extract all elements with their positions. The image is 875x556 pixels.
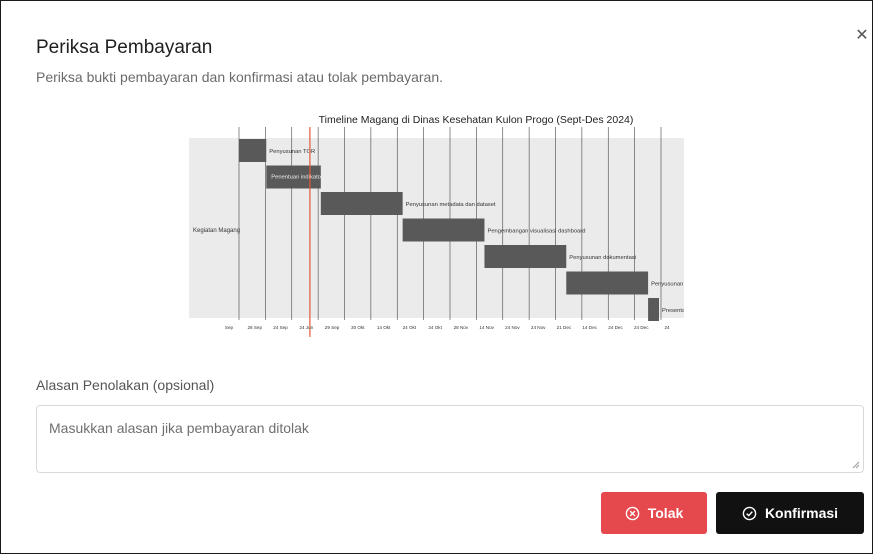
x-tick-label: 29 Sep [325,325,340,330]
x-tick-label: 14 Dec [582,325,597,330]
bar-label: Penyusunan laporan akhir [651,282,684,288]
x-circle-icon [625,506,640,520]
dialog-subtitle: Periksa bukti pembayaran dan konfirmasi … [36,69,443,85]
reject-label: Tolak [647,505,684,521]
x-tick-label: 24 Nov [531,325,546,330]
bar-label: Penyusunan TOR [269,149,315,155]
gantt-bar [402,218,485,242]
x-tick-label: 24 Sep [273,325,288,330]
resize-handle-icon[interactable] [852,461,860,469]
gantt-bar [648,298,659,321]
confirm-button[interactable]: Konfirmasi [716,492,864,534]
bar-label: Penyusunan metadata dan dataset [406,202,496,208]
reason-placeholder: Masukkan alasan jika pembayaran ditolak [49,420,309,436]
x-tick-label: 28 Sep [247,325,262,330]
gantt-bar [239,139,267,162]
check-circle-icon [742,506,757,520]
gantt-bar [484,245,567,268]
dialog-title: Periksa Pembayaran [36,37,213,58]
x-tick-label: Sep [225,325,234,330]
x-tick-label: 28 Nov [454,325,469,330]
x-tick-label: 14 Nov [479,325,494,330]
x-tick-label: 24 Okt [428,325,442,330]
x-tick-label: 24 Nov [505,325,520,330]
y-axis-label: Kegiatan Magang [193,228,240,234]
x-tick-label: 24 Dec [608,325,623,330]
chart-title: Timeline Magang di Dinas Kesehatan Kulon… [319,114,634,126]
gantt-chart: Timeline Magang di Dinas Kesehatan Kulon… [189,114,684,337]
bar-label: Penentuan indikator [271,175,323,181]
bar-label: Penyusunan dokumentasi [569,255,636,261]
gantt-bar [566,271,649,295]
x-tick-label: 30 Okt [351,325,365,330]
reject-button[interactable]: Tolak [601,492,707,534]
reason-textarea[interactable]: Masukkan alasan jika pembayaran ditolak [36,405,864,473]
reason-label: Alasan Penolakan (opsional) [36,377,215,393]
close-icon[interactable]: ✕ [853,27,871,45]
x-tick-label: 14 Okt [377,325,391,330]
payment-proof-image: Timeline Magang di Dinas Kesehatan Kulon… [189,107,684,341]
x-tick-label: 24 Jun [299,325,313,330]
confirm-label: Konfirmasi [764,505,839,521]
x-tick-label: 24 Dec [634,325,649,330]
x-tick-label: 24 Okt [403,325,417,330]
x-tick-label: 24 [664,325,670,330]
bar-label: Pengembangan visualisasi dashboard [487,229,585,235]
gantt-bar [320,192,403,215]
x-tick-label: 21 Dec [557,325,572,330]
bar-label: Presentasi hasil magang [662,308,684,314]
payment-review-dialog: Periksa Pembayaran Periksa bukti pembaya… [0,0,873,554]
